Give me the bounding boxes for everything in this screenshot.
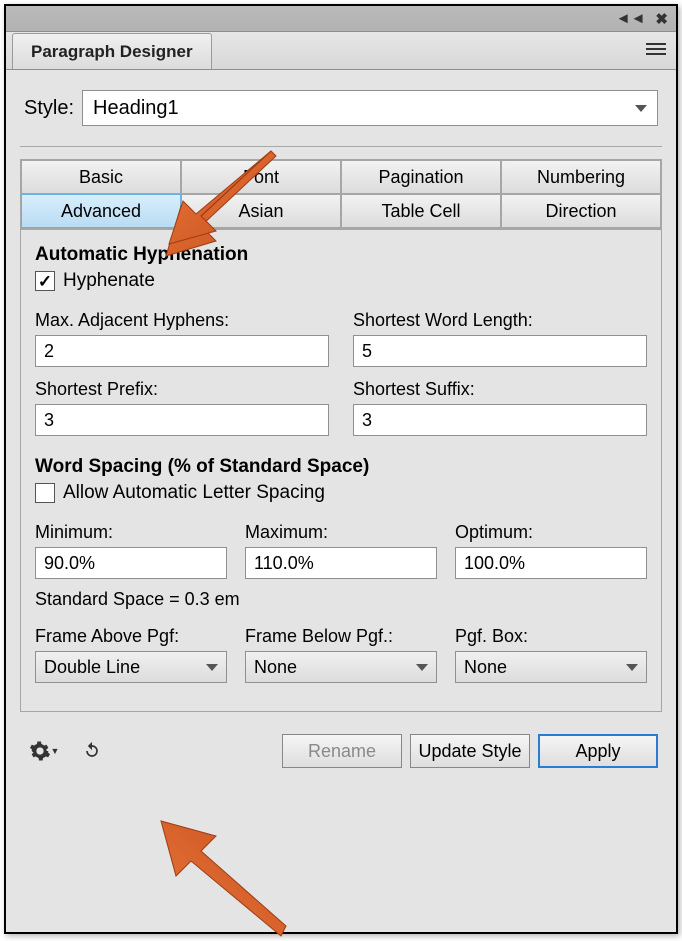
shortest-word-input[interactable]: [353, 335, 647, 367]
rename-button[interactable]: Rename: [282, 734, 402, 768]
frame-below-select[interactable]: None: [245, 651, 437, 683]
gear-icon[interactable]: ▼: [24, 737, 64, 765]
chevron-down-icon: [626, 664, 638, 671]
allow-letter-spacing-checkbox[interactable]: [35, 483, 55, 503]
panel-menu-icon[interactable]: [646, 40, 666, 58]
close-icon[interactable]: ✖: [655, 10, 668, 28]
tab-advanced[interactable]: Advanced: [21, 194, 181, 228]
chevron-down-icon: [206, 664, 218, 671]
panel-tab-label: Paragraph Designer: [31, 42, 193, 62]
shortest-suffix-input[interactable]: [353, 404, 647, 436]
tab-font[interactable]: Font: [181, 160, 341, 194]
minimum-label: Minimum:: [35, 522, 227, 543]
shortest-suffix-label: Shortest Suffix:: [353, 379, 647, 400]
divider: [20, 146, 662, 147]
hyphenation-title: Automatic Hyphenation: [35, 244, 647, 266]
style-label: Style:: [24, 97, 74, 120]
panel-tab-paragraph-designer[interactable]: Paragraph Designer: [12, 33, 212, 69]
collapse-icon[interactable]: ◄◄: [616, 10, 646, 27]
hyphenate-checkbox[interactable]: [35, 271, 55, 291]
optimum-label: Optimum:: [455, 522, 647, 543]
maximum-label: Maximum:: [245, 522, 437, 543]
minimum-input[interactable]: [35, 547, 227, 579]
pgf-box-select[interactable]: None: [455, 651, 647, 683]
chevron-down-icon: [416, 664, 428, 671]
refresh-icon[interactable]: [72, 737, 112, 765]
maximum-input[interactable]: [245, 547, 437, 579]
allow-letter-spacing-label: Allow Automatic Letter Spacing: [63, 482, 325, 504]
tab-pagination[interactable]: Pagination: [341, 160, 501, 194]
max-adjacent-input[interactable]: [35, 335, 329, 367]
style-select-value: Heading1: [93, 97, 179, 120]
standard-space-text: Standard Space = 0.3 em: [35, 589, 647, 610]
shortest-prefix-input[interactable]: [35, 404, 329, 436]
tab-direction[interactable]: Direction: [501, 194, 661, 228]
tab-table-cell[interactable]: Table Cell: [341, 194, 501, 228]
frame-above-select[interactable]: Double Line: [35, 651, 227, 683]
max-adjacent-label: Max. Adjacent Hyphens:: [35, 310, 329, 331]
style-select[interactable]: Heading1: [82, 90, 658, 126]
chevron-down-icon: [635, 105, 647, 112]
word-spacing-title: Word Spacing (% of Standard Space): [35, 456, 647, 478]
optimum-input[interactable]: [455, 547, 647, 579]
pgf-box-label: Pgf. Box:: [455, 626, 647, 647]
tab-asian[interactable]: Asian: [181, 194, 341, 228]
frame-above-label: Frame Above Pgf:: [35, 626, 227, 647]
shortest-word-label: Shortest Word Length:: [353, 310, 647, 331]
frame-below-label: Frame Below Pgf.:: [245, 626, 437, 647]
tab-basic[interactable]: Basic: [21, 160, 181, 194]
apply-button[interactable]: Apply: [538, 734, 658, 768]
shortest-prefix-label: Shortest Prefix:: [35, 379, 329, 400]
tab-numbering[interactable]: Numbering: [501, 160, 661, 194]
hyphenate-label: Hyphenate: [63, 270, 155, 292]
update-style-button[interactable]: Update Style: [410, 734, 530, 768]
